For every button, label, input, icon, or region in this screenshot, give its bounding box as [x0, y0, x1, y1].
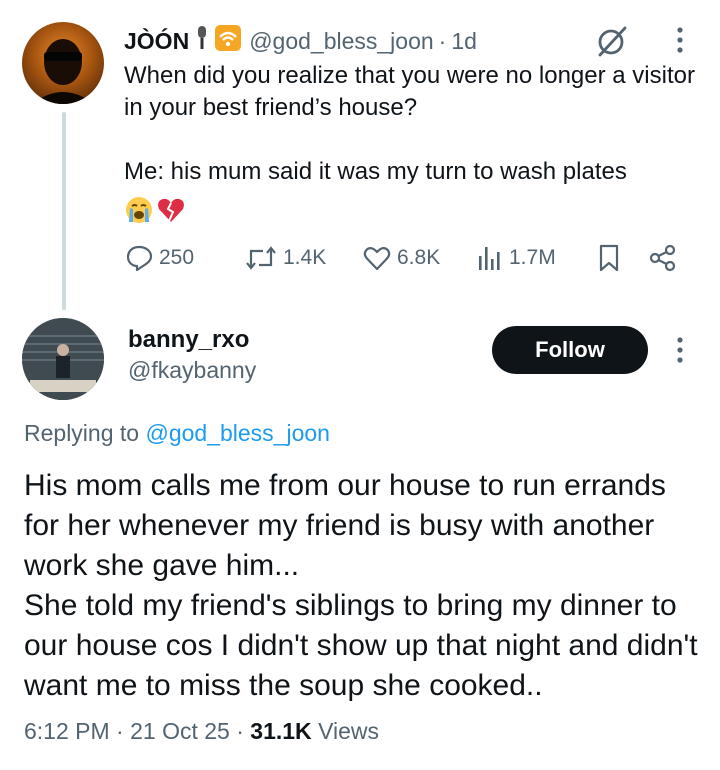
- heart-icon: [363, 246, 391, 271]
- loudly-crying-face-emoji-icon: [126, 197, 152, 223]
- reply-text: His mom calls me from our house to run e…: [24, 469, 698, 702]
- parent-display-name[interactable]: JÒÓN: [124, 28, 189, 55]
- parent-handle[interactable]: @god_bless_joon: [249, 28, 433, 55]
- more-options-icon[interactable]: [668, 334, 692, 366]
- share-icon: [649, 244, 676, 272]
- reply-action[interactable]: 250: [124, 240, 194, 276]
- bookmark-icon: [599, 244, 619, 272]
- separator-dot: ·: [438, 27, 447, 54]
- views-action[interactable]: 1.7M: [476, 240, 556, 276]
- reply-time[interactable]: 6:12 PM: [24, 718, 110, 744]
- more-options-icon[interactable]: [668, 24, 692, 56]
- parent-avatar[interactable]: [22, 22, 104, 104]
- reply-display-name[interactable]: banny_rxo: [128, 326, 249, 354]
- replying-to: Replying to @god_bless_joon: [24, 420, 330, 447]
- reply-avatar[interactable]: [22, 318, 104, 400]
- repost-count: 1.4K: [283, 246, 327, 269]
- wifi-emoji-icon: [215, 25, 242, 57]
- reply-views-count: 31.1K: [250, 718, 312, 744]
- microphone-emoji-icon: [195, 25, 209, 57]
- reply-count: 250: [159, 246, 195, 269]
- views-count: 1.7M: [509, 246, 556, 269]
- reply-date[interactable]: 21 Oct 25: [130, 718, 230, 744]
- avatar-photo: [22, 318, 104, 400]
- share-action[interactable]: [648, 240, 683, 276]
- replying-to-mention[interactable]: @god_bless_joon: [145, 420, 329, 446]
- thread-line: [62, 112, 66, 310]
- parent-tweet-emojis: [124, 194, 186, 226]
- repost-icon: [246, 246, 276, 270]
- like-count: 6.8K: [397, 246, 441, 269]
- grok-icon[interactable]: [594, 23, 630, 59]
- reply-views-label: Views: [318, 718, 379, 744]
- parent-tweet-text: When did you realize that you were no lo…: [124, 62, 695, 185]
- reply-icon: [126, 245, 153, 272]
- separator-dot: ·: [236, 718, 244, 744]
- avatar-photo: [32, 39, 94, 104]
- parent-timestamp[interactable]: 1d: [451, 28, 477, 55]
- like-action[interactable]: 6.8K: [362, 240, 440, 276]
- reply-handle[interactable]: @fkaybanny: [128, 357, 256, 384]
- separator-dot: ·: [116, 718, 124, 744]
- tweet-action-bar: 250 1.4K 6.8K 1.7M: [120, 240, 690, 276]
- repost-action[interactable]: 1.4K: [244, 240, 326, 276]
- broken-heart-emoji-icon: [158, 198, 184, 222]
- parent-tweet-header: JÒÓN @god_bless_joon · 1d: [124, 25, 477, 57]
- reply-metadata: 6:12 PM · 21 Oct 25 · 31.1K Views: [24, 718, 379, 745]
- bookmark-action[interactable]: [596, 240, 627, 276]
- analytics-icon: [479, 247, 500, 270]
- replying-prefix: Replying to: [24, 420, 140, 446]
- follow-button[interactable]: Follow: [492, 326, 648, 374]
